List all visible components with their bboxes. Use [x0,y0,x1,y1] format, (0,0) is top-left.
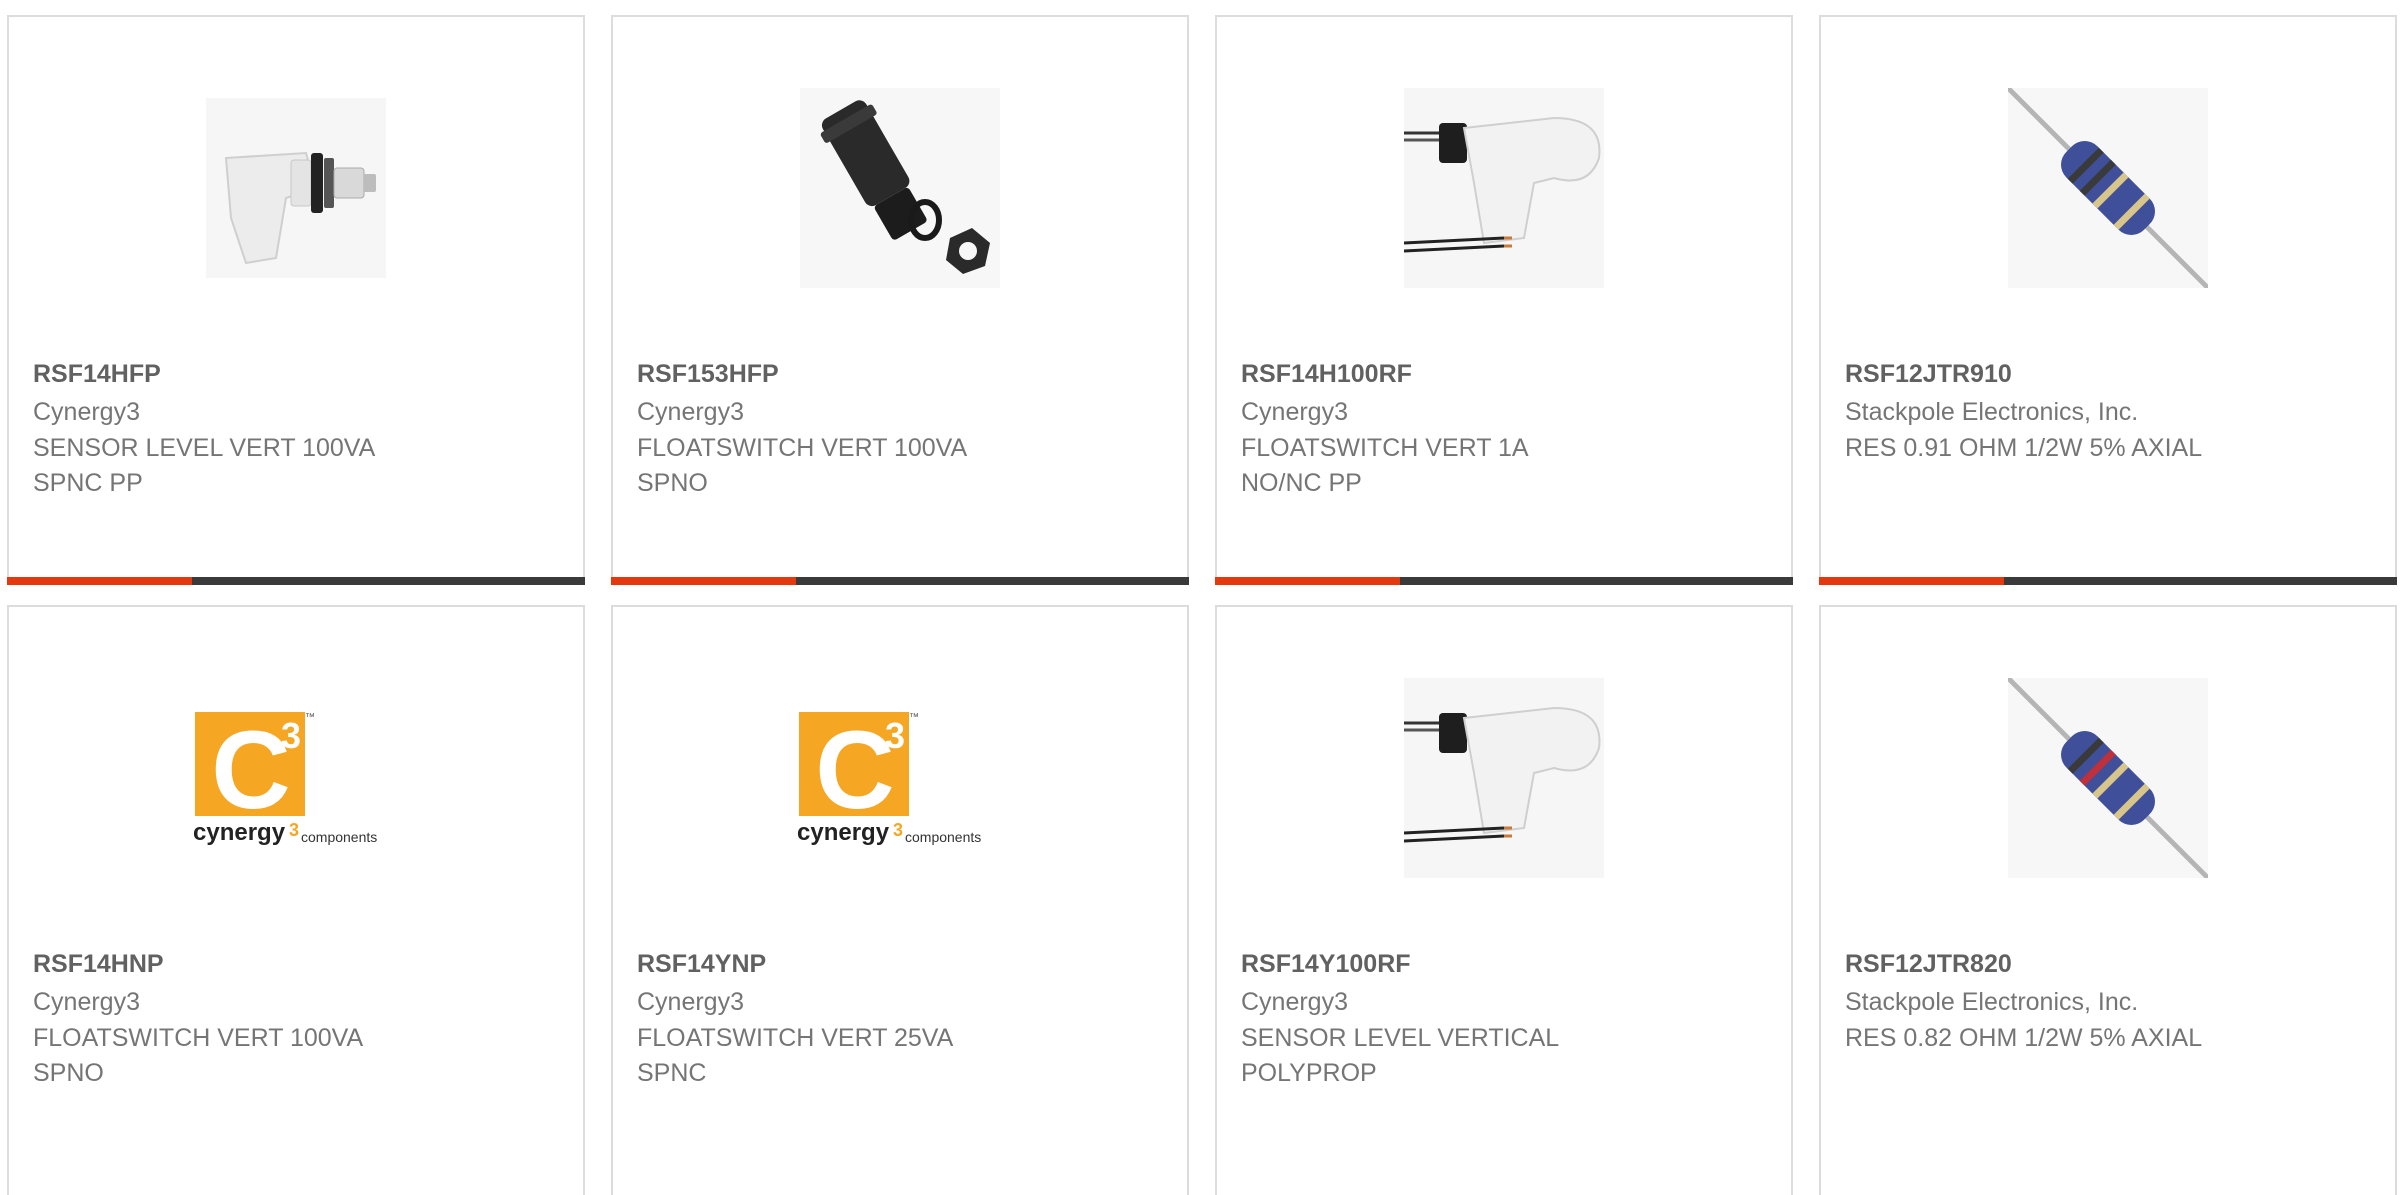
progress-bar [7,577,585,585]
manufacturer: Stackpole Electronics, Inc. [1845,988,2139,1016]
part-number[interactable]: RSF14YNP [637,950,766,979]
part-number[interactable]: RSF14HNP [33,950,164,979]
logo-mark: C [815,709,894,832]
product-card[interactable]: RSF153HFP Cynergy3 FLOATSWITCH VERT 100V… [611,15,1189,585]
progress-bar [1215,577,1793,585]
description-line-1: FLOATSWITCH VERT 1A [1241,434,1529,462]
logo-superscript: 3 [281,715,301,756]
product-image[interactable] [613,85,1187,290]
logo-wordmark-sub: 3 [289,820,299,840]
product-image[interactable] [1217,85,1791,290]
part-number[interactable]: RSF12JTR910 [1845,360,2012,389]
description-line-2: SPNC PP [33,469,143,497]
product-image[interactable] [1217,675,1791,880]
product-card[interactable]: RSF12JTR910 Stackpole Electronics, Inc. … [1819,15,2397,585]
product-card[interactable]: C 3 ™ cynergy 3 components RSF14YNP Cyne… [611,605,1189,1195]
logo-superscript: 3 [885,715,905,756]
product-image[interactable]: C 3 ™ cynergy 3 components [613,675,1187,880]
logo-wordmark: cynergy [193,819,286,846]
description-line-2: SPNO [637,469,708,497]
manufacturer: Cynergy3 [33,398,140,426]
progress-fill [1215,577,1400,585]
description-line-1: SENSOR LEVEL VERTICAL [1241,1024,1560,1052]
product-image[interactable] [9,85,583,290]
description-line-1: SENSOR LEVEL VERT 100VA [33,434,376,462]
cynergy3-logo-icon: C 3 ™ cynergy 3 components [795,707,1005,848]
logo-trademark: ™ [909,712,919,723]
logo-mark: C [211,709,290,832]
progress-bar [1819,577,2397,585]
axial-resistor-icon [2008,87,2208,288]
description-line-1: FLOATSWITCH VERT 100VA [33,1024,364,1052]
product-card[interactable]: C 3 ™ cynergy 3 components RSF14HNP Cyne… [7,605,585,1195]
manufacturer: Stackpole Electronics, Inc. [1845,398,2139,426]
description-line-1: RES 0.91 OHM 1/2W 5% AXIAL [1845,434,2203,462]
manufacturer: Cynergy3 [637,398,744,426]
description-line-2: POLYPROP [1241,1059,1377,1087]
black-float-switch-icon [800,87,1000,288]
float-switch-horizontal-icon [206,97,386,278]
description-line-2: NO/NC PP [1241,469,1362,497]
manufacturer: Cynergy3 [1241,988,1348,1016]
logo-wordmark-suffix: components [905,829,981,845]
float-switch-wired-icon [1404,87,1604,288]
product-grid: RSF14HFP Cynergy3 SENSOR LEVEL VERT 100V… [0,0,2400,1195]
description-line-1: RES 0.82 OHM 1/2W 5% AXIAL [1845,1024,2203,1052]
logo-trademark: ™ [305,712,315,723]
product-card[interactable]: RSF14Y100RF Cynergy3 SENSOR LEVEL VERTIC… [1215,605,1793,1195]
part-number[interactable]: RSF14Y100RF [1241,950,1411,979]
product-image[interactable]: C 3 ™ cynergy 3 components [9,675,583,880]
manufacturer: Cynergy3 [637,988,744,1016]
manufacturer: Cynergy3 [1241,398,1348,426]
product-card[interactable]: RSF14H100RF Cynergy3 FLOATSWITCH VERT 1A… [1215,15,1793,585]
cynergy3-logo-icon: C 3 ™ cynergy 3 components [191,707,401,848]
part-number[interactable]: RSF14HFP [33,360,161,389]
part-number[interactable]: RSF14H100RF [1241,360,1412,389]
product-image[interactable] [1821,675,2395,880]
product-card[interactable]: RSF12JTR820 Stackpole Electronics, Inc. … [1819,605,2397,1195]
float-switch-wired-icon [1404,677,1604,878]
logo-wordmark-sub: 3 [893,820,903,840]
logo-wordmark: cynergy [797,819,890,846]
product-card[interactable]: RSF14HFP Cynergy3 SENSOR LEVEL VERT 100V… [7,15,585,585]
logo-wordmark-suffix: components [301,829,377,845]
progress-bar [611,577,1189,585]
part-number[interactable]: RSF12JTR820 [1845,950,2012,979]
progress-fill [611,577,796,585]
axial-resistor-icon [2008,677,2208,878]
description-line-2: SPNO [33,1059,104,1087]
description-line-2: SPNC [637,1059,707,1087]
manufacturer: Cynergy3 [33,988,140,1016]
progress-fill [7,577,192,585]
progress-fill [1819,577,2004,585]
product-image[interactable] [1821,85,2395,290]
part-number[interactable]: RSF153HFP [637,360,779,389]
description-line-1: FLOATSWITCH VERT 25VA [637,1024,954,1052]
description-line-1: FLOATSWITCH VERT 100VA [637,434,968,462]
